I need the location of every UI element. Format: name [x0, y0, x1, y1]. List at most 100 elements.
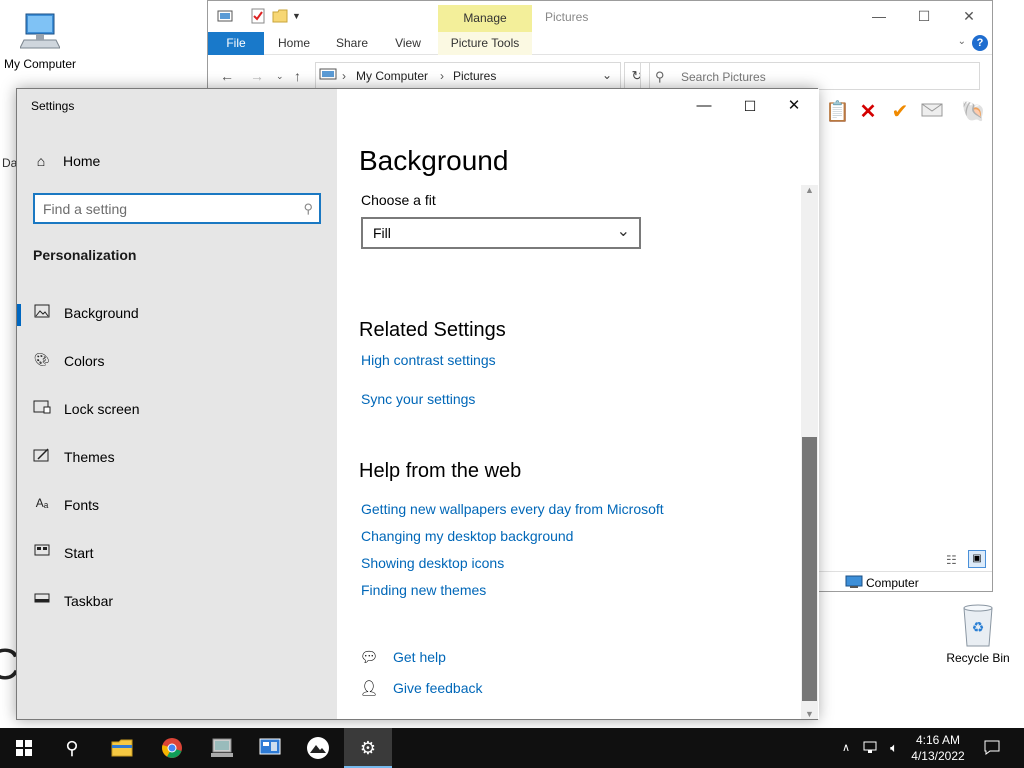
sidebar-item-fonts[interactable]: Aₐ Fonts: [17, 486, 337, 526]
show-hidden-icons[interactable]: ∧: [836, 728, 856, 768]
sidebar-item-background[interactable]: Background: [17, 294, 337, 334]
help-from-web-heading: Help from the web: [359, 460, 522, 482]
tab-file[interactable]: File: [208, 32, 264, 55]
give-feedback-icon: 👤︎: [359, 680, 379, 697]
search-placeholder: Search Pictures: [681, 70, 766, 84]
start-icon: [33, 544, 51, 562]
desktop-icon-my-computer[interactable]: My Computer: [0, 10, 80, 71]
scroll-up-icon[interactable]: ▲: [801, 185, 818, 195]
taskbar-chrome[interactable]: [148, 728, 196, 768]
get-help-icon: 💬︎: [359, 649, 379, 666]
clock-date: 4/13/2022: [911, 749, 965, 763]
taskbar-app-control-panel[interactable]: [246, 728, 294, 768]
start-button[interactable]: [0, 728, 48, 768]
home-label: Home: [63, 153, 101, 169]
back-arrow-icon[interactable]: ←: [220, 68, 234, 84]
explorer-search-box[interactable]: ⚲ Search Pictures: [640, 62, 980, 90]
sidebar-item-label: Background: [64, 305, 139, 321]
give-feedback-link[interactable]: Give feedback: [393, 680, 483, 696]
content-scrollbar[interactable]: ▲ ▼: [801, 185, 818, 719]
clipboard-icon[interactable]: 📋: [825, 101, 850, 123]
window-icon: [217, 8, 233, 24]
close-button[interactable]: ✕: [771, 95, 817, 117]
fit-label: Choose a fit: [361, 192, 436, 208]
settings-search-box[interactable]: ⚲: [33, 193, 321, 224]
help-link-wallpapers[interactable]: Getting new wallpapers every day from Mi…: [361, 501, 664, 517]
minimize-button[interactable]: —: [865, 5, 893, 27]
help-link-new-themes[interactable]: Finding new themes: [361, 582, 486, 598]
help-link-desktop-icons[interactable]: Showing desktop icons: [361, 555, 504, 571]
envelope-icon[interactable]: [921, 101, 943, 123]
shell-icon[interactable]: 🐚: [961, 101, 986, 123]
address-dropdown-icon[interactable]: ⌄: [602, 68, 612, 82]
action-center-button[interactable]: [980, 728, 1004, 768]
sidebar-item-start[interactable]: Start: [17, 534, 337, 574]
forward-arrow-icon[interactable]: →: [250, 68, 264, 84]
details-view-icon[interactable]: ☷: [946, 553, 957, 567]
customize-toolbar-icon[interactable]: ▼: [292, 8, 308, 24]
sync-settings-link[interactable]: Sync your settings: [361, 391, 475, 407]
scrollbar-thumb[interactable]: [802, 437, 817, 701]
sidebar-item-colors[interactable]: 🎨︎ Colors: [17, 342, 337, 382]
scroll-down-icon[interactable]: ▼: [801, 709, 818, 719]
section-title: Personalization: [33, 247, 137, 263]
status-location: Computer: [866, 576, 919, 590]
tab-home[interactable]: Home: [274, 32, 314, 55]
sidebar-item-label: Taskbar: [64, 593, 114, 609]
sidebar-item-lock-screen[interactable]: Lock screen: [17, 390, 337, 430]
computer-status-icon: [845, 575, 863, 592]
help-link-desktop-background[interactable]: Changing my desktop background: [361, 528, 573, 544]
breadcrumb-separator: ›: [440, 69, 444, 83]
breadcrumb-pictures[interactable]: Pictures: [453, 69, 496, 83]
help-icon[interactable]: ?: [972, 35, 988, 51]
home-nav-item[interactable]: ⌂ Home: [33, 153, 101, 169]
chevron-down-icon: ⌄: [616, 223, 630, 240]
breadcrumb-my-computer[interactable]: My Computer: [356, 69, 428, 83]
computer-icon: [19, 13, 61, 49]
manage-tab[interactable]: Manage: [438, 5, 532, 32]
expand-ribbon-icon[interactable]: ⌄: [958, 36, 966, 47]
settings-window[interactable]: Settings ⌂ Home ⚲ Personalization Backgro…: [16, 88, 819, 720]
page-title: Background: [359, 145, 509, 176]
minimize-button[interactable]: —: [681, 95, 727, 117]
taskbar-settings[interactable]: ⚙: [344, 728, 392, 768]
tab-view[interactable]: View: [390, 32, 426, 55]
checkmark-icon[interactable]: ✔: [889, 101, 911, 123]
up-arrow-icon[interactable]: ↑: [294, 68, 301, 84]
properties-icon[interactable]: [250, 8, 266, 24]
address-bar[interactable]: › My Computer › Pictures ⌄: [315, 62, 621, 90]
taskbar-icon: [33, 592, 51, 610]
close-button[interactable]: ✕: [955, 5, 983, 27]
sidebar-item-label: Themes: [64, 449, 115, 465]
sidebar-item-label: Start: [64, 545, 94, 561]
ribbon-tabs: File Home Share View Picture Tools ⌄ ?: [208, 32, 992, 55]
photos-icon: [307, 737, 329, 759]
settings-sidebar: Settings ⌂ Home ⚲ Personalization Backgro…: [17, 89, 337, 719]
delete-icon[interactable]: ✕: [857, 101, 879, 123]
network-icon[interactable]: [860, 728, 882, 768]
fit-dropdown[interactable]: Fill ⌄: [361, 217, 641, 249]
themes-icon: [33, 448, 51, 466]
tab-share[interactable]: Share: [332, 32, 372, 55]
explorer-title-bar[interactable]: ▼ Manage Pictures — ☐ ✕: [208, 1, 992, 32]
related-settings-heading: Related Settings: [359, 319, 506, 341]
maximize-button[interactable]: ☐: [727, 95, 773, 117]
taskbar-search-button[interactable]: ⚲: [48, 728, 96, 768]
taskbar-app-photos[interactable]: [294, 728, 342, 768]
large-icons-view-icon[interactable]: ▣: [968, 550, 986, 568]
sidebar-item-themes[interactable]: Themes: [17, 438, 337, 478]
new-folder-icon[interactable]: [272, 8, 288, 24]
find-setting-input[interactable]: [43, 200, 283, 218]
sidebar-item-taskbar[interactable]: Taskbar: [17, 582, 337, 622]
recent-locations-icon[interactable]: ⌄: [276, 71, 284, 82]
desktop-icon-recycle-bin[interactable]: ♻ Recycle Bin: [938, 600, 1018, 665]
system-clock[interactable]: 4:16 AM 4/13/2022: [900, 732, 976, 764]
get-help-link[interactable]: Get help: [393, 649, 446, 665]
settings-window-title: Settings: [31, 99, 75, 113]
maximize-button[interactable]: ☐: [910, 5, 938, 27]
taskbar-app-computer[interactable]: [198, 728, 246, 768]
tab-picture-tools[interactable]: Picture Tools: [438, 32, 532, 55]
taskbar-file-explorer[interactable]: [98, 728, 146, 768]
high-contrast-link[interactable]: High contrast settings: [361, 352, 496, 368]
folder-icon: [111, 739, 133, 757]
